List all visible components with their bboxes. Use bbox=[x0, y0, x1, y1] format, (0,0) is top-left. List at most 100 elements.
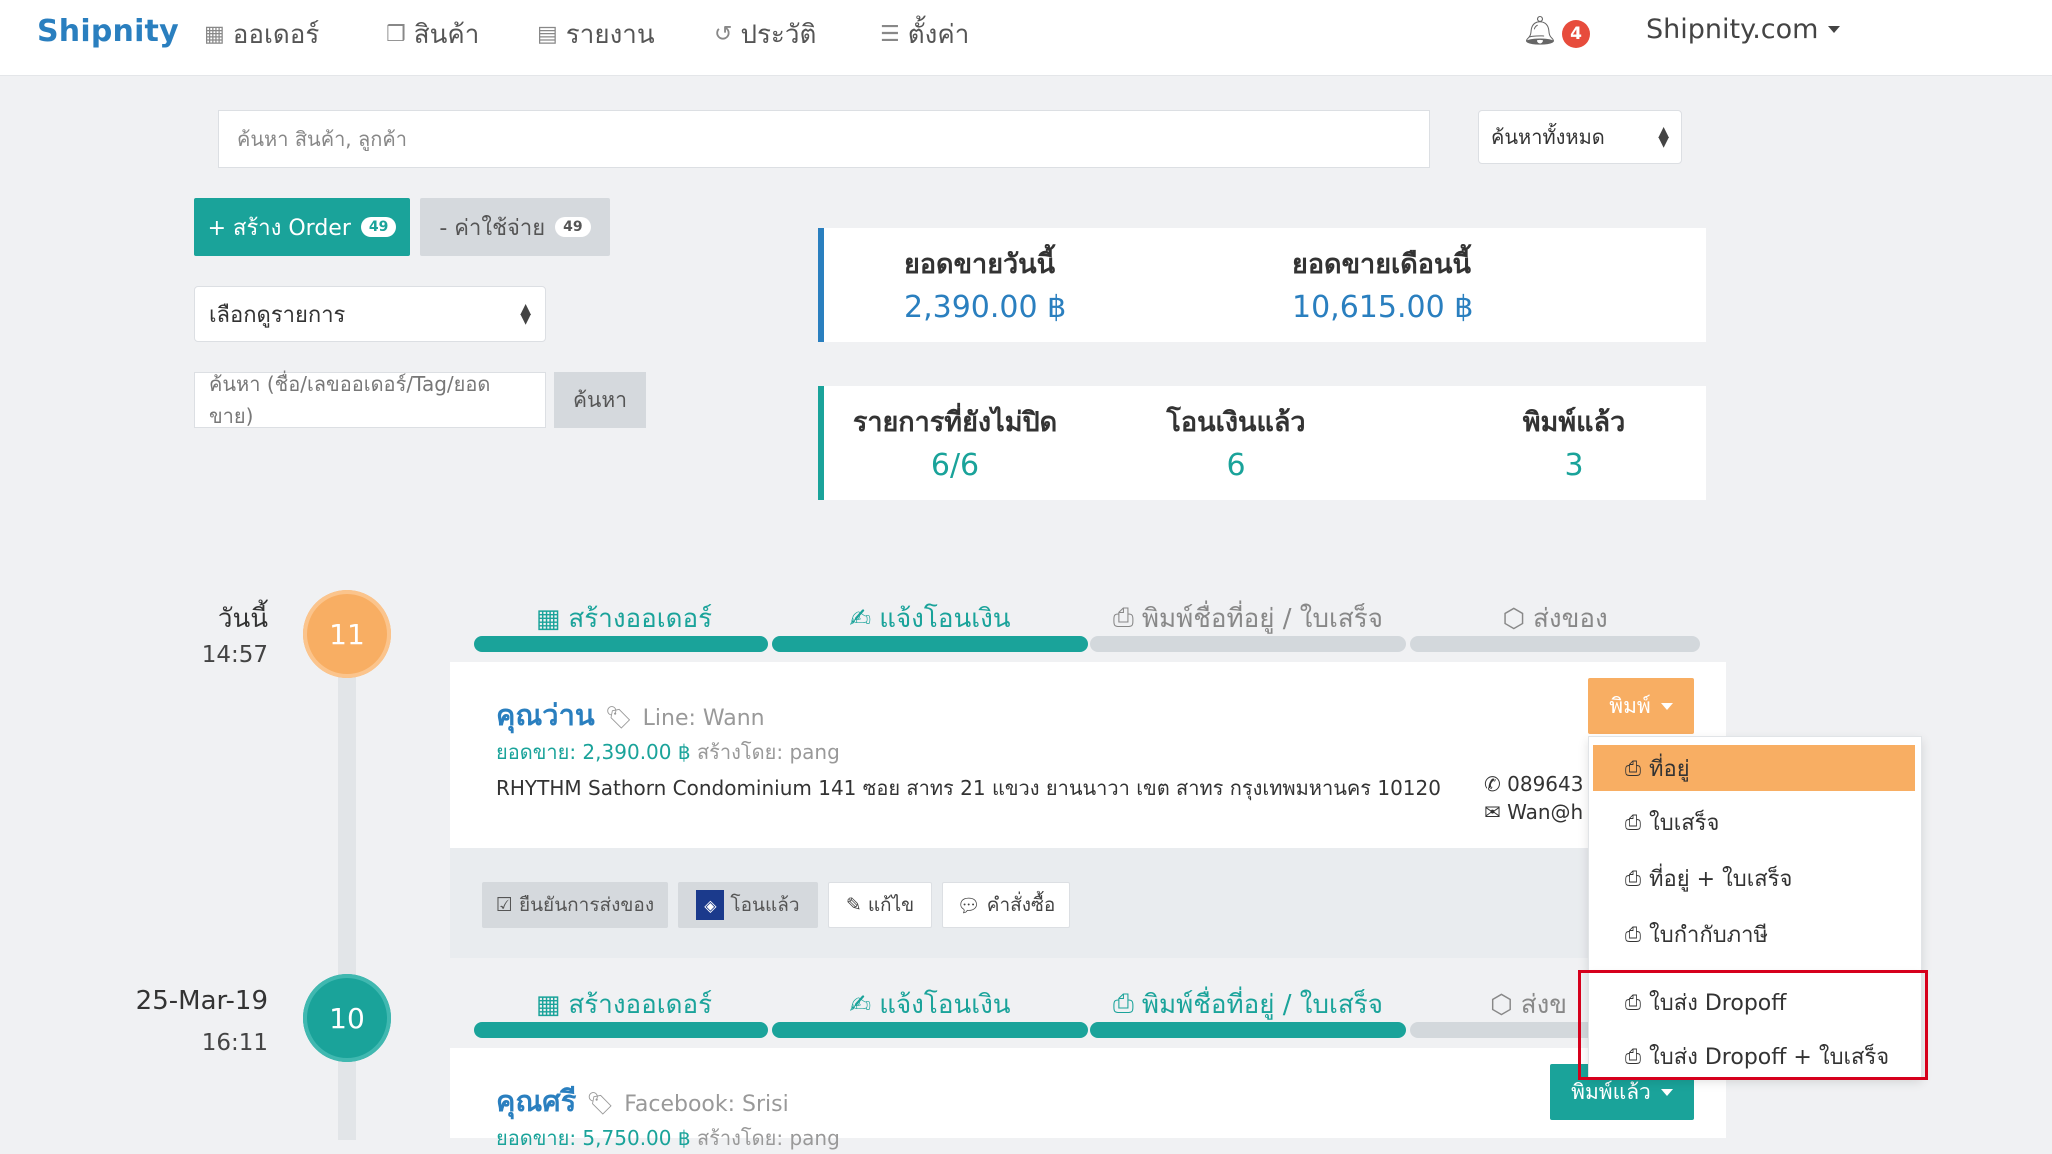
sales-amount: ยอดขาย: 5,750.00 ฿ bbox=[496, 1126, 691, 1150]
print-menu-address-receipt[interactable]: ⎙ ที่อยู่ + ใบเสร็จ bbox=[1589, 855, 1921, 901]
printer-icon: ⎙ bbox=[1625, 756, 1641, 780]
order-time: 14:57 bbox=[201, 642, 268, 668]
printed-value: 3 bbox=[1564, 448, 1584, 483]
print-menu-address[interactable]: ⎙ ที่อยู่ bbox=[1593, 745, 1915, 791]
search-scope-select[interactable]: ค้นหาทั้งหมด ▲ ▼ bbox=[1478, 110, 1682, 164]
step-label: ส่งข bbox=[1520, 990, 1568, 1020]
edit-button[interactable]: ✎ แก้ไข bbox=[828, 882, 932, 928]
chevron-down-icon bbox=[1660, 1088, 1673, 1096]
today-sales-label: ยอดขายวันนี้ bbox=[904, 249, 1056, 280]
edit-label: แก้ไข bbox=[867, 894, 915, 916]
nav-reports-label: รายงาน bbox=[565, 20, 655, 50]
print-menu-label: ที่อยู่ bbox=[1649, 756, 1690, 782]
edit-icon: ✎ bbox=[845, 894, 862, 916]
order-actions-bar: ☑ ยืนยันการส่งของ ◈ โอนแล้ว ✎ แก้ไข 💬︎ ค… bbox=[450, 848, 1726, 958]
paid-button-label: โอนแล้ว bbox=[730, 894, 800, 916]
customer-tag: Facebook: Srisi bbox=[624, 1092, 789, 1117]
nav-reports[interactable]: ▤ รายงาน bbox=[537, 14, 655, 55]
chevron-down-icon bbox=[1828, 26, 1841, 33]
order-number-badge: 11 bbox=[303, 590, 391, 678]
top-navbar: Shipnity ▦ ออเดอร์ ❒ สินค้า ▤ รายงาน ↺ ป… bbox=[0, 0, 2052, 76]
order-time: 16:11 bbox=[201, 1030, 268, 1056]
confirm-shipping-label: ยืนยันการส่งของ bbox=[518, 894, 655, 916]
open-orders-value: 6/6 bbox=[930, 448, 980, 483]
notification-badge[interactable]: 4 bbox=[1562, 20, 1590, 48]
expense-button[interactable]: - ค่าใช้จ่าย 49 bbox=[420, 198, 610, 256]
order-message-button[interactable]: 💬︎ คำสั่งซื้อ bbox=[942, 882, 1070, 928]
hand-money-icon: ✍ bbox=[849, 989, 872, 1020]
bank-logo-icon: ◈ bbox=[696, 890, 725, 920]
print-dropdown-button[interactable]: พิมพ์ bbox=[1588, 678, 1694, 734]
sales-summary-card: ยอดขายวันนี้ 2,390.00 ฿ ยอดขายเดือนนี้ 1… bbox=[818, 228, 1706, 342]
month-sales-label: ยอดขายเดือนนี้ bbox=[1292, 249, 1471, 280]
account-label: Shipnity.com bbox=[1646, 14, 1819, 45]
create-order-button[interactable]: + สร้าง Order 49 bbox=[194, 198, 410, 256]
step-bar bbox=[1410, 636, 1700, 652]
brand-logo[interactable]: Shipnity bbox=[37, 14, 179, 49]
history-icon: ↺ bbox=[714, 22, 733, 47]
printer-icon: ⎙ bbox=[1113, 989, 1134, 1019]
printed-button-label: พิมพ์แล้ว bbox=[1571, 1079, 1651, 1104]
print-menu-label: ที่อยู่ + ใบเสร็จ bbox=[1649, 866, 1793, 892]
printer-icon: ⎙ bbox=[1625, 866, 1641, 890]
sales-amount: ยอดขาย: 2,390.00 ฿ bbox=[496, 740, 691, 764]
check-icon: ☑ bbox=[495, 894, 513, 916]
step-label: แจ้งโอนเงิน bbox=[879, 990, 1011, 1020]
customer-name[interactable]: คุณศรี bbox=[496, 1078, 576, 1124]
nav-settings[interactable]: ☰ ตั้งค่า bbox=[880, 14, 969, 55]
global-search-input[interactable]: ค้นหา สินค้า, ลูกค้า bbox=[218, 110, 1430, 168]
customer-name[interactable]: คุณว่าน bbox=[496, 692, 595, 738]
mail-icon: ✉ bbox=[1484, 800, 1501, 824]
month-sales-value: 10,615.00 ฿ bbox=[1292, 290, 1474, 325]
order-message-label: คำสั่งซื้อ bbox=[986, 894, 1056, 916]
nav-orders-label: ออเดอร์ bbox=[232, 20, 320, 50]
tag-icon: 🏷︎ bbox=[604, 706, 633, 731]
account-menu[interactable]: Shipnity.com bbox=[1646, 14, 1841, 45]
nav-orders[interactable]: ▦ ออเดอร์ bbox=[204, 14, 319, 55]
expense-label: - ค่าใช้จ่าย bbox=[439, 215, 546, 241]
step-bar bbox=[772, 636, 1088, 652]
order-header: คุณศรี 🏷︎ Facebook: Srisi bbox=[496, 1078, 789, 1124]
paid-value: 6 bbox=[1226, 448, 1246, 483]
order-number-badge: 10 bbox=[303, 974, 391, 1062]
print-menu-receipt[interactable]: ⎙ ใบเสร็จ bbox=[1589, 799, 1921, 845]
bell-icon[interactable]: 🔔︎ bbox=[1522, 14, 1558, 47]
paid-button[interactable]: ◈ โอนแล้ว bbox=[678, 882, 818, 928]
expense-count: 49 bbox=[555, 217, 591, 237]
order-card: คุณศรี 🏷︎ Facebook: Srisi ยอดขาย: 5,750.… bbox=[450, 1048, 1726, 1150]
confirm-shipping-button[interactable]: ☑ ยืนยันการส่งของ bbox=[482, 882, 668, 928]
step-bar bbox=[772, 1022, 1088, 1038]
step-label: แจ้งโอนเงิน bbox=[879, 604, 1011, 634]
step-bar bbox=[1090, 636, 1406, 652]
order-status-card: รายการที่ยังไม่ปิด 6/6 โอนเงินแล้ว 6 พิม… bbox=[818, 386, 1706, 500]
order-header: คุณว่าน 🏷︎ Line: Wann bbox=[496, 692, 765, 738]
customer-address: RHYTHM Sathorn Condominium 141 ซอย สาทร … bbox=[496, 776, 1441, 800]
created-by: สร้างโดย: pang bbox=[696, 1126, 840, 1150]
customer-tag: Line: Wann bbox=[642, 706, 765, 731]
nav-history[interactable]: ↺ ประวัติ bbox=[714, 14, 816, 55]
calendar-icon: ▦ bbox=[535, 603, 561, 634]
step-label: สร้างออเดอร์ bbox=[568, 990, 713, 1020]
printer-icon: ⎙ bbox=[1625, 810, 1641, 834]
nav-products[interactable]: ❒ สินค้า bbox=[386, 14, 479, 55]
annotation-highlight-box bbox=[1578, 970, 1928, 1080]
step-bar bbox=[1090, 1022, 1406, 1038]
settings-icon: ☰ bbox=[880, 22, 900, 47]
step-create-order: ▦ สร้างออเดอร์ bbox=[474, 984, 774, 1025]
tag-icon: 🏷︎ bbox=[586, 1092, 615, 1117]
create-order-label: + สร้าง Order bbox=[207, 215, 351, 241]
nav-products-label: สินค้า bbox=[413, 20, 480, 50]
box-icon: ⬡ bbox=[1490, 989, 1513, 1020]
step-label: พิมพ์ชื่อที่อยู่ / ใบเสร็จ bbox=[1141, 604, 1383, 634]
view-list-select[interactable]: เลือกดูรายการ ▲ ▼ bbox=[194, 286, 546, 342]
order-search-button[interactable]: ค้นหา bbox=[554, 372, 646, 428]
order-search-input[interactable]: ค้นหา (ชื่อ/เลขออเดอร์/Tag/ยอดขาย) bbox=[194, 372, 546, 428]
phone-icon: ✆ bbox=[1484, 772, 1501, 796]
order-date: วันนี้ bbox=[217, 604, 268, 634]
email-value: Wan@h bbox=[1507, 800, 1584, 824]
order-search-placeholder: ค้นหา (ชื่อ/เลขออเดอร์/Tag/ยอดขาย) bbox=[209, 372, 491, 428]
order-sales: ยอดขาย: 5,750.00 ฿ สร้างโดย: pang bbox=[496, 1122, 840, 1154]
paid-label: โอนเงินแล้ว bbox=[1166, 407, 1306, 438]
print-menu-tax-invoice[interactable]: ⎙ ใบกำกับภาษี bbox=[1589, 911, 1921, 957]
timeline-line bbox=[338, 630, 356, 1140]
